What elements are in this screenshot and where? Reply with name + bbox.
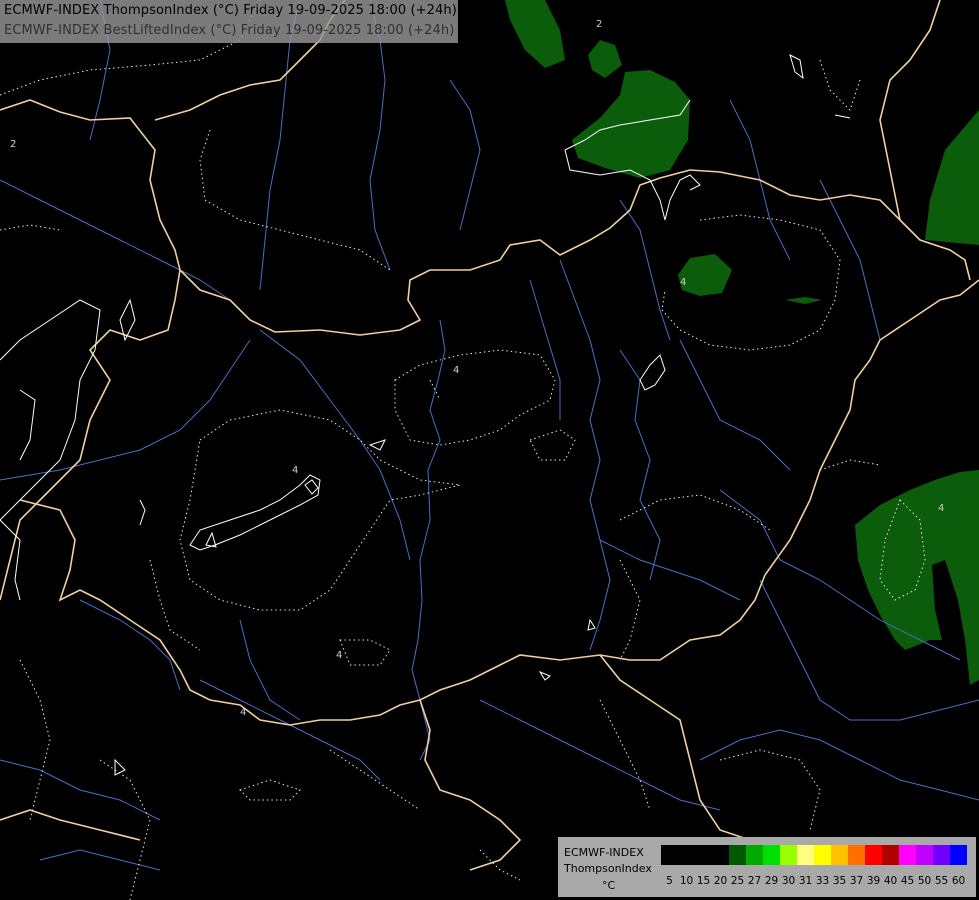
map-title-primary: ECMWF-INDEX ThompsonIndex (°C) Friday 19…: [4, 3, 457, 18]
contour-label: 4: [240, 707, 246, 718]
border-southwest: [0, 809, 141, 841]
legend-swatch: [797, 845, 814, 865]
shade-area-sliver: [785, 297, 822, 304]
map-title-secondary: ECMWF-INDEX BestLiftedIndex (°C) Friday …: [4, 23, 455, 38]
legend-swatch: [712, 845, 729, 865]
legend-tick-label: 33: [815, 875, 830, 887]
contour-label: 2: [10, 139, 16, 150]
legend-model: ECMWF-INDEX: [564, 846, 644, 859]
contour-label: 2: [596, 19, 602, 30]
legend-swatch: [729, 845, 746, 865]
shade-area-small-east: [678, 254, 732, 296]
legend-tick-label: 27: [747, 875, 762, 887]
map-viewer: { "header": { "title_line1": "ECMWF-INDE…: [0, 0, 979, 900]
legend-tick-label: 35: [832, 875, 847, 887]
contours-solid: [0, 54, 851, 776]
legend-tick-label: 37: [849, 875, 864, 887]
legend-tick-label: 39: [866, 875, 881, 887]
contour-label: 4: [453, 365, 459, 376]
border-west-loop: [19, 499, 766, 726]
legend-swatch: [916, 845, 933, 865]
border-south-east: [599, 654, 751, 841]
index-shading: [505, 0, 979, 685]
color-legend: ECMWF-INDEX ThompsonIndex °C 5 10 15 20 25 27…: [558, 837, 976, 897]
shade-area-east-edge: [925, 110, 979, 245]
legend-swatch: [695, 845, 712, 865]
legend-tick-label: 10: [679, 875, 694, 887]
legend-swatch: [848, 845, 865, 865]
contour-label: 4: [680, 277, 686, 288]
shade-area-north-central: [572, 70, 690, 178]
border-north: [0, 99, 971, 336]
legend-tick-label: 30: [781, 875, 796, 887]
legend-tick-label: 55: [934, 875, 949, 887]
legend-tick-label: 45: [900, 875, 915, 887]
map-title-box: ECMWF-INDEX ThompsonIndex (°C) Friday 19…: [0, 0, 458, 43]
legend-swatch: [831, 845, 848, 865]
legend-swatch: [882, 845, 899, 865]
legend-tick-label: 40: [883, 875, 898, 887]
legend-tick-label: 25: [730, 875, 745, 887]
shade-area-north-small: [588, 40, 622, 78]
border-ne: [879, 0, 941, 221]
border-west: [0, 269, 181, 601]
rivers: [0, 0, 979, 871]
weather-map: 2 2 4 4 4 4 4 4: [0, 0, 979, 900]
shade-area-southeast: [855, 470, 979, 685]
legend-swatch: [950, 845, 967, 865]
legend-swatch: [933, 845, 950, 865]
contour-label: 4: [336, 650, 342, 661]
legend-swatch: [865, 845, 882, 865]
contour-labels: 2 2 4 4 4 4 4 4: [10, 19, 944, 718]
legend-swatches: [661, 845, 967, 865]
legend-swatch: [661, 845, 678, 865]
contour-label: 4: [938, 503, 944, 514]
legend-swatch: [780, 845, 797, 865]
legend-swatch: [763, 845, 780, 865]
border-south: [419, 699, 522, 871]
contour-label: 4: [292, 465, 298, 476]
legend-tick-label: 50: [917, 875, 932, 887]
shade-area-north: [505, 0, 565, 68]
legend-parameter: ThompsonIndex: [564, 862, 652, 875]
country-borders: [0, 0, 979, 871]
legend-swatch: [899, 845, 916, 865]
legend-swatch: [814, 845, 831, 865]
legend-swatch: [746, 845, 763, 865]
legend-tick-label: 15: [696, 875, 711, 887]
legend-unit: °C: [602, 879, 616, 892]
legend-tick-label: 60: [951, 875, 966, 887]
legend-tick-label: 5: [666, 875, 673, 887]
legend-tick-label: 29: [764, 875, 779, 887]
legend-tick-label: 20: [713, 875, 728, 887]
legend-tick-label: 31: [798, 875, 813, 887]
legend-swatch: [678, 845, 695, 865]
